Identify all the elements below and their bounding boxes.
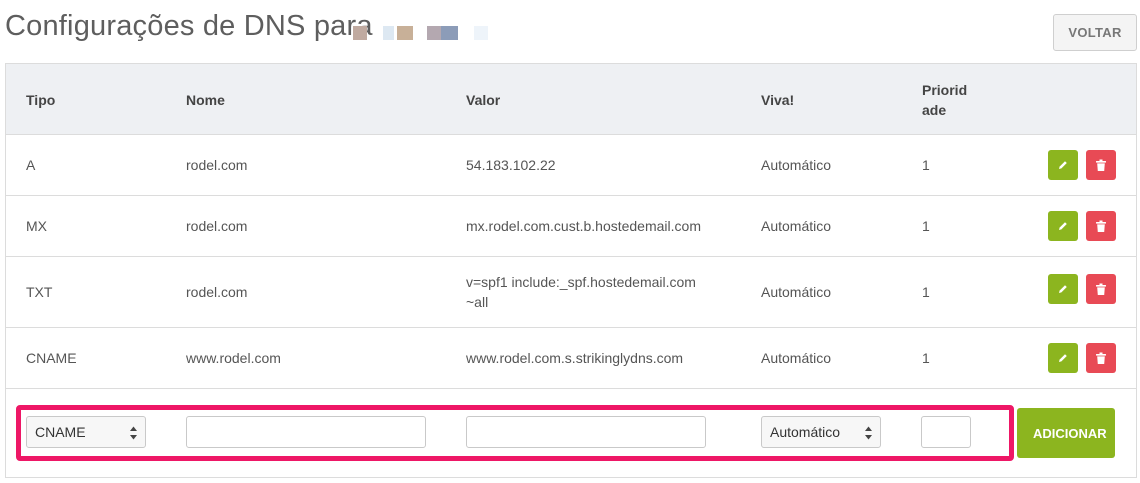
header-nome: Nome xyxy=(186,92,225,108)
edit-button[interactable] xyxy=(1048,274,1078,304)
prioridade-input[interactable] xyxy=(921,416,971,448)
cell-viva: Automático xyxy=(761,350,832,366)
table-row: A rodel.com 54.183.102.22 Automático 1 xyxy=(6,135,1136,196)
cell-valor: mx.rodel.com.cust.b.hostedemail.com xyxy=(466,218,701,234)
delete-button[interactable] xyxy=(1086,343,1116,373)
delete-button[interactable] xyxy=(1086,150,1116,180)
header-prioridade: Priorid ade xyxy=(922,82,968,118)
delete-button[interactable] xyxy=(1086,274,1116,304)
select-arrows-icon xyxy=(130,426,137,440)
cell-viva: Automático xyxy=(761,284,832,300)
edit-button[interactable] xyxy=(1048,211,1078,241)
valor-input[interactable] xyxy=(466,416,706,448)
header-viva: Viva! xyxy=(761,92,795,108)
cell-valor: 54.183.102.22 xyxy=(466,157,556,173)
viva-select-value: Automático xyxy=(770,424,841,440)
add-record-button[interactable]: ADICIONAR xyxy=(1017,408,1115,458)
trash-icon xyxy=(1096,283,1106,295)
select-arrows-icon xyxy=(865,426,872,440)
trash-icon xyxy=(1096,220,1106,232)
cell-valor: www.rodel.com.s.strikinglydns.com xyxy=(466,350,684,366)
table-row: TXT rodel.com v=spf1 include:_spf.hosted… xyxy=(6,257,1136,328)
delete-button[interactable] xyxy=(1086,211,1116,241)
tipo-select-value: CNAME xyxy=(35,424,86,440)
cell-tipo: CNAME xyxy=(26,350,77,366)
table-row: CNAME www.rodel.com www.rodel.com.s.stri… xyxy=(6,328,1136,389)
trash-icon xyxy=(1096,159,1106,171)
pencil-icon xyxy=(1059,285,1067,293)
tipo-select[interactable]: CNAME xyxy=(26,416,146,448)
cell-viva: Automático xyxy=(761,157,832,173)
cell-prioridade: 1 xyxy=(922,157,930,173)
cell-nome: www.rodel.com xyxy=(186,350,281,366)
nome-input[interactable] xyxy=(186,416,426,448)
cell-viva: Automático xyxy=(761,218,832,234)
table-row: MX rodel.com mx.rodel.com.cust.b.hostede… xyxy=(6,196,1136,257)
trash-icon xyxy=(1096,352,1106,364)
cell-nome: rodel.com xyxy=(186,157,248,173)
cell-tipo: MX xyxy=(26,218,47,234)
cell-tipo: A xyxy=(26,157,36,173)
edit-button[interactable] xyxy=(1048,343,1078,373)
header-tipo: Tipo xyxy=(26,92,56,108)
cell-valor: v=spf1 include:_spf.hostedemail.com ~all xyxy=(466,274,696,310)
page-title: Configurações de DNS para xyxy=(5,10,373,42)
cell-nome: rodel.com xyxy=(186,218,248,234)
header-valor: Valor xyxy=(466,92,501,108)
cell-prioridade: 1 xyxy=(922,284,930,300)
edit-button[interactable] xyxy=(1048,150,1078,180)
cell-prioridade: 1 xyxy=(922,350,930,366)
cell-tipo: TXT xyxy=(26,284,53,300)
pencil-icon xyxy=(1059,354,1067,362)
table-header: Tipo Nome Valor Viva! Priorid ade xyxy=(6,64,1136,135)
pencil-icon xyxy=(1059,161,1067,169)
cell-prioridade: 1 xyxy=(922,218,930,234)
back-button[interactable]: VOLTAR xyxy=(1053,14,1137,51)
pencil-icon xyxy=(1059,222,1067,230)
cell-nome: rodel.com xyxy=(186,284,248,300)
viva-select[interactable]: Automático xyxy=(761,416,881,448)
